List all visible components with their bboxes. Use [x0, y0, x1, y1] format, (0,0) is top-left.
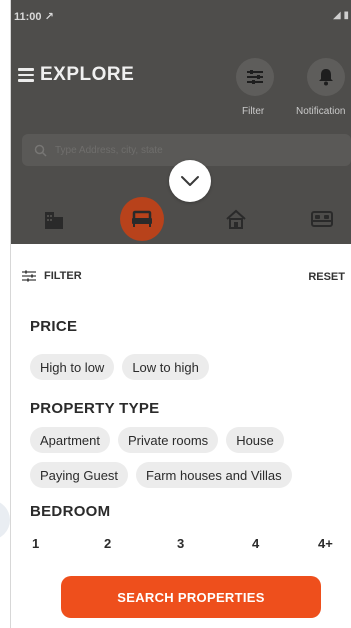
- category-bedroom[interactable]: [302, 200, 342, 238]
- search-properties-button[interactable]: SEARCH PROPERTIES: [61, 576, 321, 618]
- property-paying-guest-chip[interactable]: Paying Guest: [30, 462, 129, 488]
- page-title: EXPLORE: [40, 64, 135, 85]
- property-type-options-row-1: Apartment Private rooms House: [30, 427, 284, 453]
- search-placeholder: Type Address, city, state: [55, 144, 163, 156]
- bed-icon: [311, 211, 333, 227]
- collapse-sheet-button[interactable]: [169, 160, 211, 202]
- filter-header: FILTER: [22, 270, 82, 282]
- bedroom-option-1[interactable]: 1: [32, 536, 39, 551]
- chevron-down-icon: [181, 176, 199, 186]
- bedroom-option-2[interactable]: 2: [104, 536, 111, 551]
- building-icon: [45, 212, 63, 229]
- property-house-chip[interactable]: House: [226, 427, 284, 453]
- property-type-options-row-2: Paying Guest Farm houses and Villas: [30, 462, 292, 488]
- category-private-room[interactable]: [120, 197, 164, 241]
- price-high-to-low-chip[interactable]: High to low: [30, 354, 115, 380]
- category-apartment[interactable]: [34, 200, 74, 238]
- filter-button[interactable]: [236, 58, 274, 96]
- bedroom-option-4-plus[interactable]: 4+: [318, 536, 333, 551]
- sliders-icon: [247, 70, 263, 84]
- bedroom-option-3[interactable]: 3: [177, 536, 184, 551]
- sliders-icon: [22, 270, 36, 282]
- property-private-rooms-chip[interactable]: Private rooms: [117, 427, 219, 453]
- bedroom-options: 1 2 3 4 4+: [30, 536, 350, 556]
- property-farm-houses-chip[interactable]: Farm houses and Villas: [136, 462, 292, 488]
- search-icon: [34, 144, 47, 157]
- reset-button[interactable]: RESET: [308, 271, 345, 283]
- bell-icon: [319, 69, 333, 86]
- bedroom-heading: BEDROOM: [30, 503, 111, 520]
- sofa-icon: [132, 210, 152, 227]
- decorative-edge-shape: [0, 500, 10, 540]
- bedroom-option-4[interactable]: 4: [252, 536, 259, 551]
- dimmed-overlay[interactable]: 11:00 ↗ ◢ ▮ EXPLORE Filter Notification: [10, 0, 351, 244]
- hamburger-menu-icon[interactable]: [18, 68, 34, 82]
- filter-button-label: Filter: [242, 106, 265, 117]
- category-house[interactable]: [216, 200, 256, 238]
- app-frame: 11:00 ↗ ◢ ▮ EXPLORE Filter Notification: [10, 0, 351, 628]
- notification-button[interactable]: [307, 58, 345, 96]
- property-apartment-chip[interactable]: Apartment: [30, 427, 110, 453]
- property-type-heading: PROPERTY TYPE: [30, 400, 160, 417]
- status-bar: 11:00 ↗ ◢ ▮: [10, 10, 351, 28]
- price-heading: PRICE: [30, 318, 78, 335]
- frame-border: [10, 0, 11, 628]
- house-icon: [226, 209, 246, 229]
- price-low-to-high-chip[interactable]: Low to high: [122, 354, 209, 380]
- price-options: High to low Low to high: [30, 354, 209, 380]
- status-time: 11:00 ↗: [14, 11, 54, 23]
- status-indicators: ◢ ▮: [333, 10, 349, 21]
- notification-button-label: Notification: [296, 106, 346, 117]
- filter-sheet: FILTER RESET PRICE High to low Low to hi…: [10, 244, 351, 628]
- filter-title: FILTER: [44, 270, 82, 282]
